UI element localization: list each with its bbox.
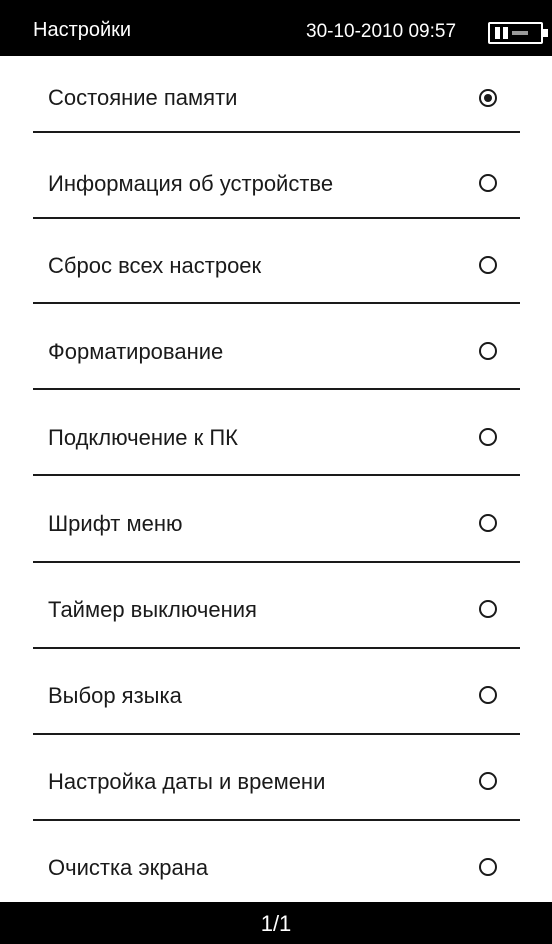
menu-item-label: Подключение к ПК <box>48 425 238 450</box>
menu-item-date-time[interactable]: Настройка даты и времени <box>0 744 552 830</box>
menu-item-label: Информация об устройстве <box>48 171 334 196</box>
menu-item-language[interactable]: Выбор языка <box>0 658 552 744</box>
divider <box>33 302 520 304</box>
radio-icon[interactable] <box>479 686 497 704</box>
menu-item-shutdown-timer[interactable]: Таймер выключения <box>0 572 552 658</box>
page-indicator: 1/1 <box>260 911 292 936</box>
radio-selected-icon[interactable] <box>479 89 497 107</box>
radio-icon[interactable] <box>479 514 497 532</box>
radio-icon[interactable] <box>479 772 497 790</box>
menu-item-label: Состояние памяти <box>48 85 238 110</box>
date-time: 30-10-2010 09:57 <box>306 21 457 42</box>
radio-icon[interactable] <box>479 600 497 618</box>
divider <box>33 131 520 133</box>
status-bar: Настройки 30-10-2010 09:57 <box>0 0 552 56</box>
radio-icon[interactable] <box>479 428 497 446</box>
divider <box>33 733 520 735</box>
divider <box>33 561 520 563</box>
radio-icon[interactable] <box>479 858 497 876</box>
divider <box>33 217 520 219</box>
menu-item-menu-font[interactable]: Шрифт меню <box>0 486 552 572</box>
radio-icon[interactable] <box>479 342 497 360</box>
menu-item-label: Выбор языка <box>48 683 182 708</box>
radio-icon[interactable] <box>479 256 497 274</box>
footer-bar: 1/1 <box>0 902 552 944</box>
menu-item-memory-status[interactable]: Состояние памяти <box>0 56 552 142</box>
page-title: Настройки <box>33 19 132 41</box>
menu-item-label: Настройка даты и времени <box>48 769 326 794</box>
radio-icon[interactable] <box>479 174 497 192</box>
menu-item-device-info[interactable]: Информация об устройстве <box>0 142 552 228</box>
menu-item-label: Очистка экрана <box>48 855 209 880</box>
menu-item-label: Сброс всех настроек <box>48 253 262 278</box>
divider <box>33 474 520 476</box>
battery-icon <box>488 22 543 44</box>
divider <box>33 388 520 390</box>
menu-item-label: Таймер выключения <box>48 597 257 622</box>
menu-item-label: Шрифт меню <box>48 511 183 536</box>
menu-item-label: Форматирование <box>48 339 224 364</box>
battery-tip <box>543 29 548 37</box>
divider <box>33 647 520 649</box>
divider <box>33 819 520 821</box>
